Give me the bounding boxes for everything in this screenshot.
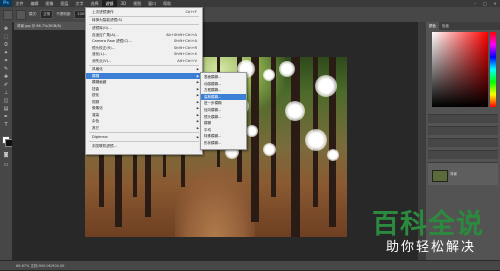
styles-row[interactable]: [428, 126, 498, 135]
blur-submenu-item[interactable]: 方框模糊...: [201, 87, 246, 94]
bokeh-light: [263, 143, 276, 156]
filter-menu-item[interactable]: 其它 ▶: [86, 125, 202, 131]
menu-select[interactable]: 选择: [87, 0, 102, 7]
filter-menu-item[interactable]: 像素化 ▶: [86, 105, 202, 111]
maximize-icon[interactable]: □: [480, 1, 490, 6]
filter-menu-item[interactable]: Camera Raw 滤镜(C)... Shift+Ctrl+A: [86, 38, 202, 44]
filter-menu-item-blur[interactable]: 模糊 ▶: [86, 72, 202, 79]
layers-panel-header[interactable]: [428, 138, 498, 147]
healing-brush-tool-icon[interactable]: ✚: [2, 74, 10, 80]
menu-help[interactable]: 帮助: [160, 0, 175, 7]
blur-submenu-item[interactable]: 特殊模糊...: [201, 133, 246, 140]
adjustments-row[interactable]: [428, 114, 498, 123]
menu-divider: [89, 132, 199, 133]
marquee-tool-icon[interactable]: ⬚: [2, 34, 10, 40]
eraser-tool-icon[interactable]: ◫: [2, 98, 10, 104]
minimize-icon[interactable]: –: [470, 1, 480, 6]
filter-menu-item[interactable]: 消失点(V)... Alt+Ctrl+V: [86, 58, 202, 64]
filter-menu-item[interactable]: 浏览联机滤镜...: [86, 143, 202, 149]
options-bar: 模式: 正常 不透明度: 100%: [0, 7, 500, 22]
blur-submenu-item[interactable]: 动感模糊...: [201, 81, 246, 88]
window-controls: – □ ✕: [470, 1, 500, 6]
quick-mask-icon[interactable]: ◙: [2, 152, 10, 158]
menu-type[interactable]: 文字: [72, 0, 87, 7]
menu-window[interactable]: 窗口: [145, 0, 160, 7]
bokeh-light: [246, 125, 258, 137]
filter-menu-item[interactable]: 渲染 ▶: [86, 112, 202, 118]
menu-file[interactable]: 文件: [12, 0, 27, 7]
bokeh-light: [305, 129, 327, 151]
filter-menu-item[interactable]: 风格化 ▶: [86, 66, 202, 72]
blur-submenu-item[interactable]: 径向模糊...: [201, 107, 246, 114]
filter-menu-item[interactable]: 模糊画廊 ▶: [86, 79, 202, 85]
pen-tool-icon[interactable]: ✒: [2, 114, 10, 120]
filter-menu-item[interactable]: 滤镜库(G)...: [86, 25, 202, 31]
opacity-label: 不透明度:: [56, 12, 72, 16]
crop-tool-icon[interactable]: ⌗: [2, 58, 10, 64]
filter-menu-item[interactable]: 液化(L)... Shift+Ctrl+X: [86, 51, 202, 57]
screen-mode-icon[interactable]: ▭: [2, 162, 10, 168]
menu-3d[interactable]: 3D: [117, 0, 130, 7]
tab-color[interactable]: 颜色: [426, 22, 439, 30]
blur-submenu-item[interactable]: 模糊: [201, 120, 246, 127]
close-icon[interactable]: ✕: [490, 1, 500, 6]
blur-submenu-item[interactable]: 形状模糊...: [201, 140, 246, 147]
layer-name: 背景: [450, 172, 457, 176]
magic-wand-tool-icon[interactable]: ✦: [2, 50, 10, 56]
forest-path: [175, 167, 255, 237]
blur-submenu: 表面模糊... 动感模糊... 方框模糊... 高斯模糊... 进一步模糊 径向…: [200, 72, 247, 150]
text-tool-icon[interactable]: T: [2, 122, 10, 128]
brush-preset-button[interactable]: [3, 9, 13, 20]
gradient-tool-icon[interactable]: ▤: [2, 106, 10, 112]
move-tool-icon[interactable]: ✥: [2, 26, 10, 32]
color-panel-tabs: 颜色 色板: [426, 22, 500, 30]
bokeh-light: [327, 149, 339, 161]
filter-menu: 上次滤镜操作 Ctrl+F 转换为智能滤镜(S) 滤镜库(G)... 自适应广角(…: [85, 7, 203, 155]
color-picker-field[interactable]: [432, 32, 488, 107]
menu-bar: Ps 文件 编辑 图像 图层 文字 选择 滤镜 3D 视图 窗口 帮助 – □ …: [0, 0, 500, 7]
tab-swatches[interactable]: 色板: [439, 22, 452, 30]
mode-label: 模式:: [29, 12, 38, 16]
layer-thumbnail: [432, 170, 448, 182]
filter-menu-item[interactable]: 转换为智能滤镜(S): [86, 17, 202, 23]
brush-panel-button[interactable]: [16, 9, 26, 20]
tree-trunk: [291, 57, 300, 237]
filter-menu-item[interactable]: 扭曲 ▶: [86, 86, 202, 92]
blur-submenu-item[interactable]: 表面模糊...: [201, 74, 246, 81]
filter-menu-item[interactable]: Digimarc ▶: [86, 134, 202, 140]
watermark: 百科全说 助你轻松解决: [362, 200, 500, 262]
filter-menu-item[interactable]: 镜头校正(R)... Shift+Ctrl+R: [86, 45, 202, 51]
brush-tool-icon[interactable]: ✐: [2, 82, 10, 88]
menu-layer[interactable]: 图层: [57, 0, 72, 7]
filter-menu-item[interactable]: 杂色 ▶: [86, 118, 202, 124]
blur-submenu-item[interactable]: 进一步模糊: [201, 100, 246, 107]
mode-dropdown[interactable]: 正常: [40, 10, 54, 19]
bokeh-light: [279, 61, 295, 77]
filter-menu-item[interactable]: 上次滤镜操作 Ctrl+F: [86, 9, 202, 15]
filter-menu-item[interactable]: 视频 ▶: [86, 99, 202, 105]
tree-trunk: [251, 57, 259, 222]
menu-image[interactable]: 图像: [42, 0, 57, 7]
lasso-tool-icon[interactable]: ᘓ: [2, 42, 10, 48]
hue-slider[interactable]: [490, 32, 496, 107]
bokeh-light: [285, 101, 305, 121]
bokeh-light: [315, 75, 337, 97]
menu-edit[interactable]: 编辑: [27, 0, 42, 7]
menu-divider: [89, 141, 199, 142]
filter-menu-item[interactable]: 锐化 ▶: [86, 92, 202, 98]
eyedropper-tool-icon[interactable]: ✎: [2, 66, 10, 72]
watermark-subtitle: 助你轻松解决: [386, 240, 477, 255]
photoshop-logo: Ps: [0, 0, 12, 7]
blur-submenu-item-gaussian[interactable]: 高斯模糊...: [201, 93, 246, 101]
blur-submenu-item[interactable]: 平均: [201, 127, 246, 134]
bokeh-light: [263, 69, 275, 81]
filter-menu-item[interactable]: 自适应广角(A)... Alt+Shift+Ctrl+A: [86, 32, 202, 38]
menu-view[interactable]: 视图: [130, 0, 145, 7]
blur-submenu-item[interactable]: 镜头模糊...: [201, 114, 246, 121]
layers-blend-row[interactable]: [428, 150, 498, 159]
stamp-tool-icon[interactable]: ⊥: [2, 90, 10, 96]
menu-filter[interactable]: 滤镜: [102, 0, 117, 7]
